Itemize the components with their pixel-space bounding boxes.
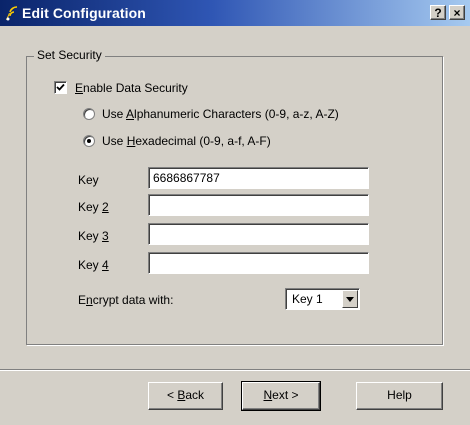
window-title: Edit Configuration [22, 5, 146, 21]
label-text: lphanumeric Characters (0-9, a-z, A-Z) [134, 107, 339, 121]
next-button[interactable]: Next > [241, 381, 321, 411]
mnemonic-letter: n [86, 293, 93, 307]
chevron-down-icon [346, 297, 354, 302]
mnemonic-letter: N [263, 388, 273, 402]
mnemonic-letter: 2 [102, 200, 109, 214]
hexadecimal-radio[interactable] [83, 135, 95, 147]
label-text: crypt data with: [92, 293, 174, 307]
alphanumeric-radio-label[interactable]: Use Alphanumeric Characters (0-9, a-z, A… [102, 107, 339, 121]
hexadecimal-radio-label[interactable]: Use Hexadecimal (0-9, a-f, A-F) [102, 134, 271, 148]
checkmark-icon [56, 83, 65, 91]
alphanumeric-radio[interactable] [83, 108, 95, 120]
radio-selected-dot [87, 139, 91, 143]
mnemonic-letter: E [75, 81, 84, 95]
key-2-label: Key 2 [78, 200, 109, 214]
label-text: < [166, 388, 178, 402]
label-text: Key [78, 200, 103, 214]
label-text: Key [78, 229, 103, 243]
mnemonic-letter: A [126, 107, 135, 121]
group-label: Set Security [34, 48, 105, 62]
key-2-input[interactable] [148, 194, 369, 216]
label-text: E [78, 293, 87, 307]
close-button[interactable]: × [449, 5, 465, 20]
encrypt-data-label: Encrypt data with: [78, 293, 173, 307]
encrypt-key-select[interactable]: Key 1 [285, 288, 360, 310]
title-bar[interactable]: Edit Configuration ? × [0, 0, 470, 26]
label-text: Key [78, 258, 103, 272]
key-4-input[interactable] [148, 252, 369, 274]
label-text: Use [102, 134, 127, 148]
dropdown-arrow-button[interactable] [342, 290, 358, 308]
separator-line [0, 369, 470, 371]
enable-data-security-checkbox[interactable] [54, 81, 67, 94]
help-button[interactable]: Help [356, 382, 443, 410]
encrypt-key-value: Key 1 [292, 292, 323, 306]
back-button[interactable]: < Back [148, 382, 223, 410]
enable-data-security-label[interactable]: Enable Data Security [75, 81, 188, 95]
label-text: Use [102, 107, 127, 121]
help-title-button[interactable]: ? [430, 5, 446, 20]
label-text: ext > [272, 388, 299, 402]
key-1-label: Key [78, 173, 99, 187]
mnemonic-letter: 4 [102, 258, 109, 272]
key-4-label: Key 4 [78, 258, 109, 272]
label-text: nable Data Security [83, 81, 188, 95]
label-text: exadecimal (0-9, a-f, A-F) [135, 134, 271, 148]
label-text: Key [78, 173, 99, 187]
edit-configuration-dialog: Edit Configuration ? × Set Security Enab… [0, 0, 470, 425]
label-text: ack [185, 388, 205, 402]
key-1-input[interactable] [148, 167, 369, 189]
mnemonic-letter: 3 [102, 229, 109, 243]
wireless-signal-icon [4, 4, 20, 22]
key-3-input[interactable] [148, 223, 369, 245]
key-3-label: Key 3 [78, 229, 109, 243]
